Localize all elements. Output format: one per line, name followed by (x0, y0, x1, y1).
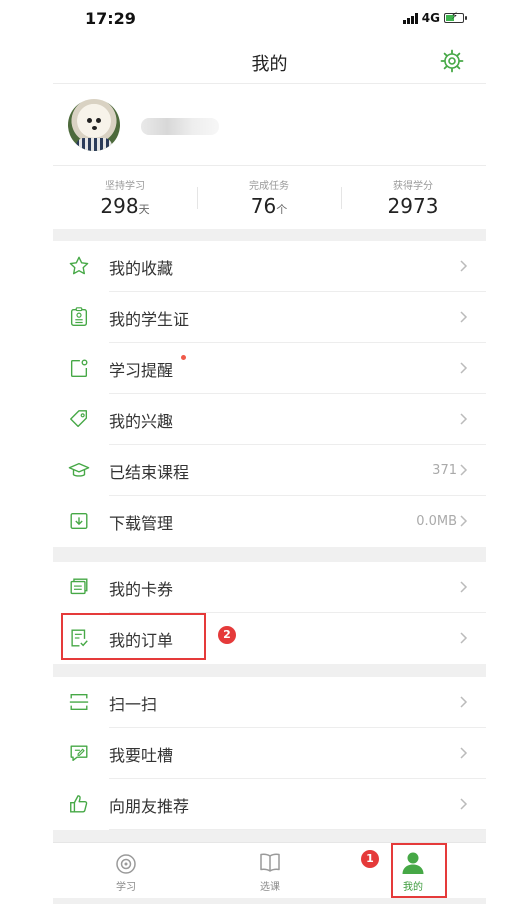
menu-group-3: 扫一扫 我要吐槽 向朋友推荐 (53, 677, 486, 830)
chevron-right-icon (460, 362, 468, 374)
profile-header[interactable] (53, 84, 486, 166)
download-size: 0.0MB (416, 514, 457, 529)
book-icon (260, 853, 280, 872)
signal-icon (402, 12, 418, 24)
chevron-right-icon (460, 260, 468, 272)
settings-gear-icon[interactable] (440, 49, 464, 73)
status-indicators: 4G ⚡ (402, 11, 467, 25)
graduation-cap-icon (68, 462, 90, 477)
status-bar: 17:29 4G ⚡ (53, 0, 486, 38)
chevron-right-icon (460, 632, 468, 644)
chevron-right-icon (460, 581, 468, 593)
tab-study[interactable]: 学习 (86, 850, 166, 893)
reminder-icon (70, 359, 88, 377)
stat-credits: 获得学分 2973 (387, 181, 439, 218)
stat-study-days: 坚持学习 298天 (100, 181, 150, 218)
star-icon (69, 256, 89, 275)
scan-icon (69, 693, 89, 711)
chevron-right-icon (460, 798, 468, 810)
status-time: 17:29 (85, 9, 136, 28)
menu-item-finished-courses[interactable]: 已结束课程 371 (53, 445, 486, 496)
chevron-right-icon (460, 311, 468, 323)
menu-item-interests[interactable]: 我的兴趣 (53, 394, 486, 445)
chevron-right-icon (460, 413, 468, 425)
step-badge-2: 2 (218, 626, 236, 644)
download-icon (70, 512, 88, 530)
unread-dot (181, 355, 186, 360)
avatar[interactable] (68, 99, 120, 151)
phone-screen: 17:29 4G ⚡ 我的 坚持学习 298天 完成任务 76个 获得学分 29… (53, 0, 486, 904)
tag-icon (70, 410, 88, 428)
title-bar: 我的 (53, 38, 486, 84)
step-badge-1: 1 (361, 850, 379, 868)
chevron-right-icon (460, 747, 468, 759)
chevron-right-icon (460, 696, 468, 708)
feedback-icon (70, 745, 88, 762)
menu-item-student-card[interactable]: 我的学生证 (53, 292, 486, 343)
menu-item-scan[interactable]: 扫一扫 (53, 677, 486, 728)
study-icon (116, 854, 136, 874)
chevron-right-icon (460, 464, 468, 476)
highlight-box-mine-tab (391, 843, 447, 898)
thumbs-up-icon (70, 795, 88, 813)
menu-item-feedback[interactable]: 我要吐槽 (53, 728, 486, 779)
student-card-icon (70, 307, 88, 326)
menu-item-favorites[interactable]: 我的收藏 (53, 241, 486, 292)
stat-tasks-done: 完成任务 76个 (249, 181, 289, 218)
chevron-right-icon (460, 515, 468, 527)
menu-item-coupons[interactable]: 我的卡券 (53, 562, 486, 613)
tab-courses[interactable]: 选课 (230, 850, 310, 893)
menu-item-recommend[interactable]: 向朋友推荐 (53, 779, 486, 830)
finished-courses-count: 371 (432, 463, 457, 478)
coupon-icon (70, 578, 88, 595)
stats-panel: 坚持学习 298天 完成任务 76个 获得学分 2973 (53, 166, 486, 229)
home-indicator-area (53, 898, 486, 904)
network-type: 4G (421, 11, 440, 25)
menu-item-download-manager[interactable]: 下载管理 0.0MB (53, 496, 486, 547)
battery-icon: ⚡ (444, 11, 467, 23)
menu-group-1: 我的收藏 我的学生证 学习提醒 我的兴趣 已结束课程 371 下载管理 0.0M… (53, 241, 486, 547)
highlight-box-orders (61, 613, 206, 660)
username-redacted (141, 118, 219, 135)
menu-item-study-reminder[interactable]: 学习提醒 (53, 343, 486, 394)
page-title: 我的 (251, 54, 288, 75)
